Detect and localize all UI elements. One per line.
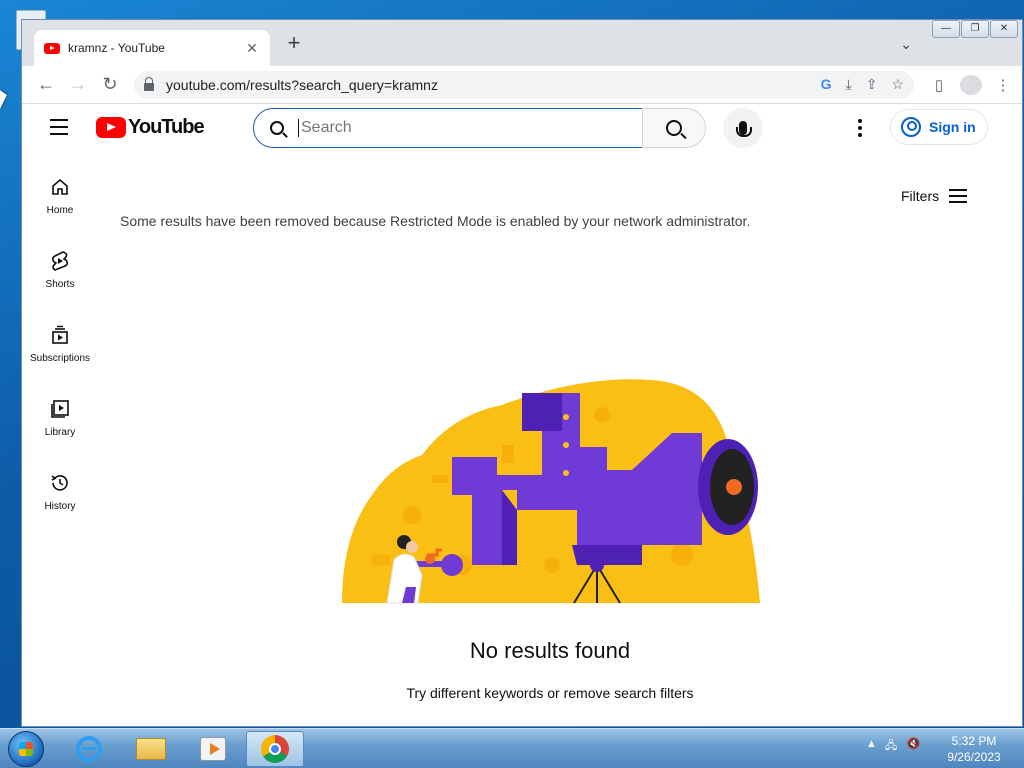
system-tray: ▲ 🖧 🔇 [866, 737, 921, 752]
taskbar-internet-explorer[interactable] [60, 731, 118, 767]
search-input[interactable] [298, 119, 598, 137]
media-player-icon [200, 737, 226, 761]
guide-label: Subscriptions [29, 353, 91, 364]
guide-item-home[interactable]: Home [22, 167, 98, 241]
filters-label: Filters [901, 188, 940, 204]
start-button[interactable] [8, 731, 44, 767]
back-button[interactable]: ← [30, 69, 62, 101]
install-icon[interactable]: ⤓ [846, 76, 852, 93]
folder-icon [136, 738, 166, 760]
guide-label: Home [46, 205, 74, 216]
tune-icon [949, 185, 968, 207]
voice-search-button[interactable] [723, 108, 763, 148]
forward-button[interactable]: → [62, 69, 94, 101]
system-clock[interactable]: 5:32 PM 9/26/2023 [944, 733, 1004, 765]
network-icon[interactable]: 🖧 [885, 737, 899, 752]
subscriptions-icon [48, 323, 72, 347]
youtube-page: YouTube Sign in Home [22, 105, 1022, 726]
shorts-icon [48, 249, 72, 273]
chrome-icon [261, 735, 289, 763]
youtube-play-icon [96, 117, 126, 138]
search-box[interactable] [253, 108, 643, 148]
browser-window: kramnz - YouTube ✕ + ⌄ — ❐ ✕ ← → ↻ youtu… [22, 20, 1022, 726]
filters-button[interactable]: Filters [901, 185, 968, 207]
library-icon [48, 397, 72, 421]
no-results-illustration [342, 379, 760, 604]
lock-icon[interactable] [144, 76, 154, 91]
bookmark-star-icon[interactable]: ☆ [891, 76, 904, 93]
settings-kebab-icon[interactable] [858, 119, 862, 140]
clock-date: 9/26/2023 [947, 750, 1001, 764]
youtube-logo[interactable]: YouTube [96, 116, 205, 139]
guide-item-library[interactable]: Library [22, 389, 98, 463]
internet-explorer-icon [76, 736, 102, 762]
clock-time: 5:32 PM [951, 734, 997, 748]
browser-toolbar: ← → ↻ youtube.com/results?search_query=k… [22, 66, 1022, 104]
chrome-menu-icon[interactable]: ⋮ [992, 76, 1014, 94]
account-circle-icon [901, 117, 921, 137]
tab-strip: kramnz - YouTube ✕ + ⌄ — ❐ ✕ [22, 20, 1022, 66]
reload-button[interactable]: ↻ [94, 69, 126, 101]
new-tab-button[interactable]: + [284, 32, 304, 54]
search-icon [270, 121, 284, 135]
mouse-cursor-icon [0, 90, 7, 109]
profile-avatar-icon[interactable] [960, 74, 982, 95]
guide-label: History [44, 501, 76, 512]
window-controls: — ❐ ✕ [931, 20, 1018, 38]
minimize-button[interactable]: — [932, 20, 960, 38]
home-icon [48, 175, 72, 199]
youtube-header: YouTube Sign in [22, 105, 1022, 151]
close-window-button[interactable]: ✕ [990, 20, 1018, 38]
taskbar-chrome[interactable] [246, 731, 304, 767]
volume-muted-icon[interactable]: 🔇 [907, 737, 921, 751]
restricted-mode-notice: Some results have been removed because R… [120, 213, 751, 229]
tab-close-button[interactable]: ✕ [244, 40, 260, 57]
address-bar[interactable]: youtube.com/results?search_query=kramnz … [134, 70, 914, 99]
share-icon[interactable]: ⇪ [866, 76, 878, 93]
history-icon [48, 471, 72, 495]
guide-label: Library [44, 427, 76, 438]
taskbar-media-player[interactable] [184, 731, 242, 767]
youtube-favicon-icon [44, 42, 60, 54]
google-lens-icon[interactable]: G [821, 76, 832, 93]
url-text[interactable]: youtube.com/results?search_query=kramnz [166, 77, 821, 93]
search-button[interactable] [642, 108, 706, 148]
no-results-title: No results found [469, 638, 631, 663]
browser-tab[interactable]: kramnz - YouTube ✕ [34, 30, 270, 66]
tab-title: kramnz - YouTube [68, 41, 165, 55]
sign-in-label: Sign in [929, 119, 976, 135]
guide-menu-icon[interactable] [50, 119, 68, 140]
search-icon [666, 120, 682, 136]
taskbar: ▲ 🖧 🔇 5:32 PM 9/26/2023 [0, 728, 1024, 768]
taskbar-file-explorer[interactable] [122, 731, 180, 767]
sign-in-button[interactable]: Sign in [890, 109, 988, 145]
youtube-wordmark: YouTube [128, 116, 205, 138]
guide-item-history[interactable]: History [22, 463, 98, 537]
guide-item-subscriptions[interactable]: Subscriptions [22, 315, 98, 389]
guide-item-shorts[interactable]: Shorts [22, 241, 98, 315]
no-results-subtitle: Try different keywords or remove search … [406, 685, 694, 701]
restore-button[interactable]: ❐ [961, 20, 989, 38]
side-panel-icon[interactable]: ▯ [928, 76, 950, 94]
microphone-icon [736, 121, 752, 137]
guide-label: Shorts [45, 279, 75, 290]
show-hidden-icons-icon[interactable]: ▲ [866, 738, 877, 750]
tab-search-chevron-icon[interactable]: ⌄ [900, 36, 912, 53]
mini-guide: Home Shorts Subscriptions Library Histor… [22, 167, 98, 537]
